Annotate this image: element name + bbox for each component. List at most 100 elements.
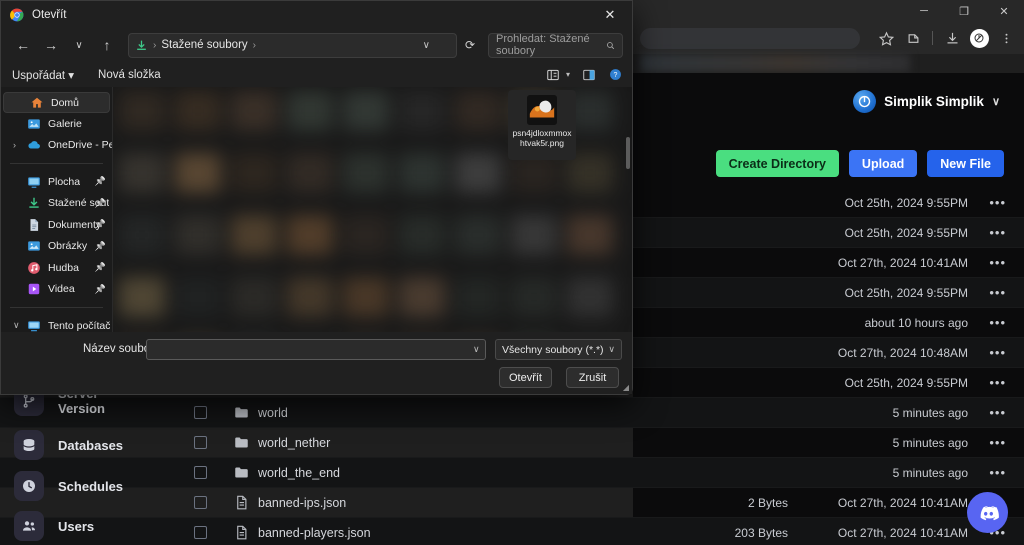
upload-button[interactable]: Upload bbox=[848, 150, 918, 177]
filename-caret-icon[interactable]: ∨ bbox=[473, 344, 480, 355]
dialog-footer: Název souboru: ∨ Všechny soubory (*.*) ∨… bbox=[1, 332, 632, 394]
refresh-button[interactable]: ⟳ bbox=[459, 33, 481, 58]
row-menu-button[interactable]: ••• bbox=[989, 465, 1006, 480]
discord-icon[interactable] bbox=[967, 492, 1008, 533]
sidebar-item-onedrive-pers[interactable]: › OneDrive - Pers bbox=[1, 135, 112, 157]
thumbnail-cell bbox=[287, 277, 333, 317]
sidebar-item-databases[interactable]: Databases bbox=[14, 430, 123, 460]
file-name[interactable]: world_the_end bbox=[258, 466, 340, 480]
thumbnail-cell bbox=[455, 215, 501, 255]
row-checkbox[interactable] bbox=[194, 496, 207, 509]
sidebar-item-obr-zky[interactable]: Obrázky 📌 bbox=[1, 236, 112, 258]
dialog-titlebar: Otevřít ✕ bbox=[1, 1, 632, 28]
sidebar-item-galerie[interactable]: Galerie bbox=[1, 113, 112, 135]
breadcrumb[interactable]: › Stažené soubory › ∨ bbox=[128, 32, 457, 58]
file-type-filter[interactable]: Všechny soubory (*.*) ∨ bbox=[495, 339, 622, 360]
row-menu-button[interactable]: ••• bbox=[989, 285, 1006, 300]
resize-grip[interactable]: ◢ bbox=[623, 383, 629, 392]
image-thumbnail bbox=[527, 95, 557, 125]
row-menu-button[interactable]: ••• bbox=[989, 435, 1006, 450]
row-checkbox[interactable] bbox=[194, 436, 207, 449]
row-checkbox[interactable] bbox=[194, 406, 207, 419]
folder-icon bbox=[234, 465, 249, 480]
sidebar-item-plocha[interactable]: Plocha 📌 bbox=[1, 171, 112, 193]
sidebar-item-label: Databases bbox=[58, 437, 124, 453]
file-name[interactable]: world bbox=[258, 406, 288, 420]
row-checkbox[interactable] bbox=[194, 466, 207, 479]
create-directory-button[interactable]: Create Directory bbox=[715, 150, 839, 177]
pin-icon: 📌 bbox=[94, 240, 106, 251]
file-modified: Oct 25th, 2024 9:55PM bbox=[844, 225, 968, 240]
search-input[interactable]: Prohledat: Stažené soubory bbox=[488, 32, 623, 58]
maximize-button[interactable]: ❐ bbox=[944, 0, 984, 22]
user-menu[interactable]: Simplik Simplik ∨ bbox=[853, 90, 1000, 113]
row-menu-button[interactable]: ••• bbox=[989, 405, 1006, 420]
sidebar-item-schedules[interactable]: Schedules bbox=[14, 471, 123, 501]
sidebar-item-hudba[interactable]: Hudba 📌 bbox=[1, 257, 112, 279]
sidebar-divider bbox=[10, 163, 103, 164]
breadcrumb-location[interactable]: Stažené soubory bbox=[161, 39, 247, 51]
expander-icon[interactable]: › bbox=[13, 140, 16, 150]
row-menu-button[interactable]: ••• bbox=[989, 195, 1006, 210]
row-checkbox[interactable] bbox=[194, 526, 207, 539]
close-button[interactable]: ✕ bbox=[984, 0, 1024, 22]
sidebar-item-label: Plocha bbox=[48, 175, 81, 188]
thumbnail-cell bbox=[343, 277, 389, 317]
sidebar-item-dokumenty[interactable]: Dokumenty 📌 bbox=[1, 214, 112, 236]
sidebar-item-dom-[interactable]: Domů bbox=[3, 92, 110, 113]
help-icon[interactable]: ? bbox=[607, 67, 624, 82]
up-button[interactable]: ↑ bbox=[94, 32, 120, 58]
sidebar-item-label: Tento počítač bbox=[48, 319, 111, 332]
row-menu-button[interactable]: ••• bbox=[989, 315, 1006, 330]
filename-input[interactable] bbox=[146, 339, 486, 360]
row-menu-button[interactable]: ••• bbox=[989, 255, 1006, 270]
file-pane-scrollbar[interactable] bbox=[626, 137, 630, 169]
file-name[interactable]: banned-players.json bbox=[258, 526, 371, 540]
breadcrumb-caret-icon[interactable]: ∨ bbox=[423, 40, 430, 51]
sidebar-item-sta-en-sout[interactable]: Stažené sout 📌 bbox=[1, 193, 112, 215]
expander-icon[interactable]: ∨ bbox=[13, 320, 20, 331]
thumbnail-cell bbox=[511, 215, 557, 255]
downloads-icon[interactable] bbox=[940, 26, 964, 50]
file-name[interactable]: world_nether bbox=[258, 436, 330, 450]
sidebar-item-tento-po-ta-[interactable]: ∨ Tento počítač bbox=[1, 315, 112, 332]
file-modified: Oct 27th, 2024 10:41AM bbox=[837, 525, 968, 540]
extensions-icon[interactable] bbox=[901, 26, 925, 50]
new-folder-button[interactable]: Nová složka bbox=[98, 69, 161, 81]
bookmark-star-icon[interactable] bbox=[874, 26, 898, 50]
new-file-button[interactable]: New File bbox=[927, 150, 1004, 177]
organize-menu[interactable]: Uspořádat ▾ bbox=[12, 68, 74, 82]
thumbnail-cell bbox=[119, 153, 165, 193]
sidebar-item-videa[interactable]: Videa 📌 bbox=[1, 279, 112, 301]
user-name: Simplik Simplik bbox=[884, 94, 984, 109]
file-modified: Oct 25th, 2024 9:55PM bbox=[844, 195, 968, 210]
sidebar-item-users[interactable]: Users bbox=[14, 511, 94, 541]
file-tile[interactable]: psn4jdloxmmoxhtvak5r.png bbox=[508, 90, 576, 160]
recent-locations-button[interactable]: ∨ bbox=[66, 32, 92, 58]
dialog-title: Otevřít bbox=[32, 8, 67, 21]
open-button[interactable]: Otevřít bbox=[499, 367, 552, 388]
preview-pane-icon[interactable] bbox=[580, 67, 597, 82]
profile-icon[interactable] bbox=[967, 26, 991, 50]
cancel-button[interactable]: Zrušit bbox=[566, 367, 619, 388]
clock-icon bbox=[14, 471, 44, 501]
view-dropdown-caret[interactable]: ▾ bbox=[566, 70, 570, 79]
file-icon bbox=[234, 525, 249, 540]
address-bar[interactable] bbox=[640, 28, 860, 49]
thumbnail-cell bbox=[175, 215, 221, 255]
minimize-button[interactable]: ─ bbox=[904, 0, 944, 22]
thumbnail-cell bbox=[511, 277, 557, 317]
chrome-menu-icon[interactable] bbox=[994, 26, 1018, 50]
row-menu-button[interactable]: ••• bbox=[989, 375, 1006, 390]
row-menu-button[interactable]: ••• bbox=[989, 225, 1006, 240]
file-modified: about 10 hours ago bbox=[864, 315, 968, 330]
row-menu-button[interactable]: ••• bbox=[989, 345, 1006, 360]
dialog-close-button[interactable]: ✕ bbox=[588, 1, 632, 28]
sidebar-item-label: Domů bbox=[51, 96, 80, 109]
sidebar-item-label: Galerie bbox=[48, 117, 82, 130]
forward-button[interactable]: → bbox=[38, 32, 64, 58]
file-name[interactable]: banned-ips.json bbox=[258, 496, 346, 510]
view-options-icon[interactable] bbox=[545, 67, 562, 82]
sidebar-item-label: Dokumenty bbox=[48, 218, 102, 231]
back-button[interactable]: ← bbox=[10, 32, 36, 58]
